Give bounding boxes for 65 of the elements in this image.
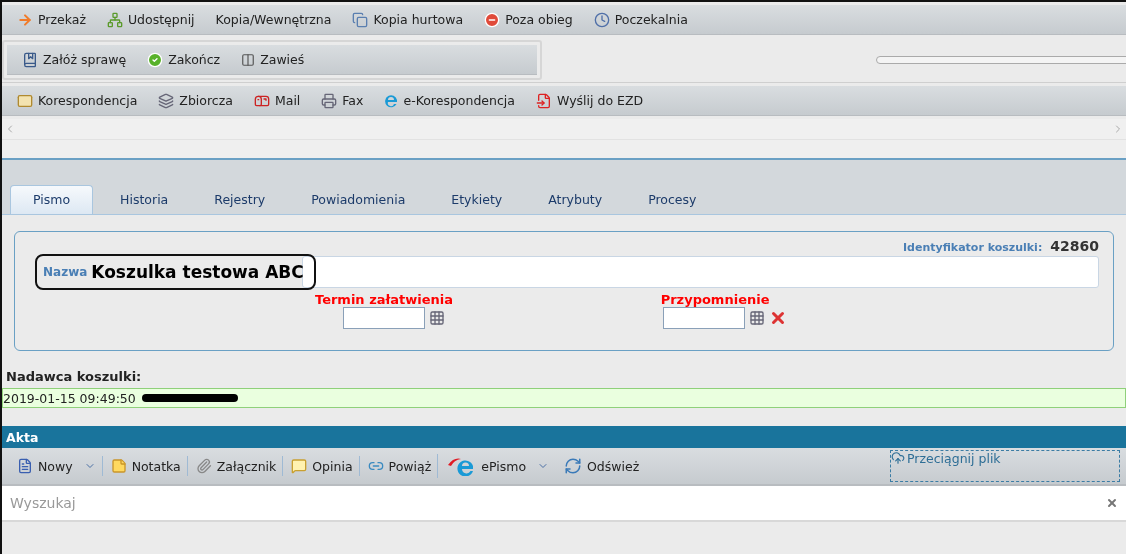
toolbar-button[interactable]: Opinia — [282, 456, 355, 476]
minus-circle-icon — [484, 11, 501, 28]
network-icon — [106, 11, 123, 28]
layers-icon — [158, 92, 175, 109]
toolbar-button[interactable]: Mail — [244, 90, 303, 111]
toolbar-button[interactable]: Załącznik — [186, 456, 279, 476]
tab[interactable]: Etykiety — [428, 185, 526, 214]
pause-icon — [241, 52, 256, 67]
binder-icon — [22, 51, 38, 68]
refresh-icon — [564, 457, 583, 475]
upload-icon — [891, 451, 905, 465]
check-icon — [147, 51, 164, 68]
tab[interactable]: Atrybuty — [525, 185, 626, 214]
toolbar-button[interactable]: Załóż sprawę — [13, 49, 129, 70]
name-label: Nazwa — [43, 265, 88, 279]
document-icon — [17, 458, 33, 474]
toolbar-button[interactable]: Nowy — [8, 456, 98, 476]
sender-timestamp: 2019-01-15 09:49:50 — [3, 390, 136, 406]
search-field[interactable]: Wyszukaj — [2, 486, 1126, 522]
due-date-label: Termin załatwienia — [315, 292, 454, 307]
tab[interactable]: Historia — [97, 185, 192, 214]
toolbar-button[interactable]: Odśwież — [555, 455, 642, 477]
name-value: Koszulka testowa ABC — [91, 262, 304, 282]
tab[interactable]: Pismo — [10, 185, 94, 214]
comment-icon — [291, 458, 308, 474]
reminder-field[interactable] — [663, 307, 746, 329]
copy-icon — [352, 11, 369, 28]
sender-label: Nadawca koszulki: — [6, 369, 143, 384]
toolbar-button[interactable]: Udostępnij — [97, 9, 197, 30]
sticky-note-icon — [110, 458, 127, 474]
drop-zone[interactable]: Przeciągnij plik — [890, 450, 1120, 482]
paperclip-icon — [195, 458, 212, 474]
calendar-icon[interactable] — [749, 310, 766, 326]
toolbar-button[interactable]: Zawieś — [232, 50, 307, 69]
tab[interactable]: Rejestry — [191, 185, 289, 214]
toolbar-button[interactable]: ePismo — [437, 454, 552, 478]
calendar-icon[interactable] — [429, 310, 446, 326]
toolbar-button[interactable]: Kopia/Wewnętrzna — [206, 10, 334, 29]
printer-icon — [321, 92, 338, 109]
toolbar-button[interactable]: Przekaż — [8, 9, 88, 30]
toolbar-button[interactable]: Notatka — [101, 456, 183, 476]
envelope-icon — [17, 92, 33, 109]
tab[interactable]: Procesy — [625, 185, 720, 214]
reminder-label: Przypomnienie — [660, 292, 770, 307]
toolbar-button[interactable]: e-Korespondencja — [375, 91, 517, 110]
toolbar-button[interactable]: Wyślij do EZD — [527, 90, 646, 111]
clock-icon — [593, 11, 610, 28]
toolbar-button[interactable]: Korespondencja — [8, 90, 140, 111]
toolbar-button[interactable]: Fax — [312, 90, 366, 111]
toolbar-button[interactable]: Zakończ — [138, 49, 223, 70]
toolbar-button[interactable]: Poza obieg — [475, 9, 575, 30]
id-value: 42860 — [1050, 238, 1099, 254]
toolbar-button[interactable]: Powiąż — [358, 456, 434, 476]
id-label: Identyfikator koszulki: — [903, 241, 1043, 254]
section-header: Akta — [2, 426, 1126, 448]
clear-icon[interactable] — [1106, 497, 1118, 509]
due-date-field[interactable] — [343, 307, 426, 329]
tab[interactable]: Powiadomienia — [288, 185, 429, 214]
export-icon — [536, 92, 552, 109]
name-field[interactable] — [301, 256, 1099, 288]
toolbar-button[interactable]: Zbiorcza — [149, 90, 235, 111]
toolbar-button[interactable]: Poczekalnia — [584, 9, 690, 30]
e-logo-icon — [384, 93, 399, 108]
arrow-icon — [17, 11, 33, 28]
toolbar-button[interactable]: Kopia hurtowa — [343, 9, 466, 30]
